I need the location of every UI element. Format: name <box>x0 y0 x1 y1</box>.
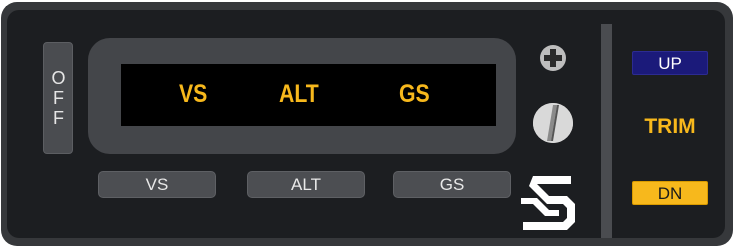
logo-icon <box>521 176 575 230</box>
annunciator-vs: VS <box>179 80 208 108</box>
alt-mode-button[interactable]: ALT <box>247 171 365 198</box>
annunciator-gs: GS <box>399 80 430 108</box>
off-button[interactable]: OFF <box>43 42 73 154</box>
gs-mode-button[interactable]: GS <box>393 171 511 198</box>
plus-icon[interactable] <box>540 45 566 71</box>
trim-up-button[interactable]: UP <box>632 51 708 75</box>
screw-knob-icon[interactable] <box>533 103 573 143</box>
panel-divider <box>601 24 612 238</box>
vs-mode-button[interactable]: VS <box>98 171 216 198</box>
trim-label: TRIM <box>644 115 696 138</box>
off-button-label: OFF <box>48 68 69 128</box>
annunciator-alt: ALT <box>279 80 319 108</box>
trim-down-button[interactable]: DN <box>632 181 708 205</box>
